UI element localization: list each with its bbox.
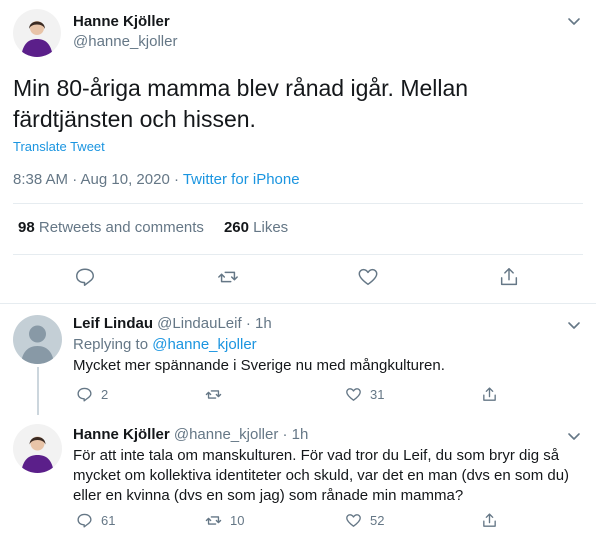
like-count: 31 (370, 387, 385, 402)
retweet-button[interactable] (205, 386, 230, 403)
divider (13, 203, 583, 204)
like-button[interactable]: 31 (345, 386, 384, 403)
retweet-button[interactable] (217, 266, 239, 288)
tweet-text: Min 80-åriga mamma blev rånad igår. Mell… (13, 75, 469, 132)
reply-header: Leif Lindau @LindauLeif · 1h (73, 315, 272, 332)
reply-author-handle[interactable]: @LindauLeif (157, 315, 241, 332)
replying-to: Replying to @hanne_kjoller (73, 336, 257, 353)
divider (0, 303, 596, 304)
translate-tweet-link[interactable]: Translate Tweet (13, 139, 105, 154)
reply-button[interactable] (74, 266, 96, 288)
share-icon (483, 387, 496, 401)
share-icon (483, 513, 496, 527)
chevron-down-icon[interactable] (566, 317, 582, 333)
retweet-button[interactable]: 10 (205, 512, 244, 529)
retweet-icon (218, 271, 238, 283)
retweet-icon (205, 390, 222, 399)
reply-author-name[interactable]: Hanne Kjöller (73, 426, 170, 443)
tweet-source-link[interactable]: Twitter for iPhone (183, 171, 300, 188)
author-handle[interactable]: @hanne_kjoller (73, 33, 177, 50)
reply-icon (77, 513, 92, 528)
tweet-timestamp[interactable]: 8:38 AM · Aug 10, 2020 · (13, 171, 183, 188)
likes-count: 260 (223, 219, 249, 236)
retweets-count: 98 (18, 219, 35, 236)
like-icon (346, 514, 361, 527)
share-button[interactable] (498, 266, 520, 288)
reply-avatar[interactable] (13, 315, 62, 364)
retweet-icon (205, 516, 222, 525)
share-button[interactable] (481, 386, 498, 403)
like-button[interactable]: 52 (345, 512, 384, 529)
retweets-stat[interactable]: 98 Retweets and comments (18, 219, 204, 236)
likes-label: Likes (253, 219, 289, 236)
likes-stat[interactable]: 260 Likes (224, 219, 288, 236)
reply-icon (77, 387, 92, 402)
author-avatar[interactable] (13, 9, 61, 57)
reply-icon (76, 268, 94, 286)
like-icon (346, 388, 361, 401)
like-button[interactable] (357, 266, 379, 288)
reply-text: Mycket mer spännande i Sverige nu med må… (73, 357, 445, 374)
author-name[interactable]: Hanne Kjöller (73, 13, 170, 30)
reply-time[interactable]: · 1h (246, 315, 272, 332)
divider (13, 254, 583, 255)
reply-count: 2 (101, 387, 109, 402)
reply-author-handle[interactable]: @hanne_kjoller (174, 426, 278, 443)
share-icon (500, 268, 518, 286)
reply-count: 61 (101, 513, 116, 528)
reply-button[interactable]: 2 (76, 386, 108, 403)
tweet-stats: 98 Retweets and comments 260 Likes (18, 219, 288, 236)
reply-text: För att inte tala om manskulturen. För v… (73, 447, 570, 504)
retweet-count: 10 (230, 513, 245, 528)
replying-to-handle-link[interactable]: @hanne_kjoller (152, 336, 256, 353)
reply-author-name[interactable]: Leif Lindau (73, 315, 153, 332)
like-count: 52 (370, 513, 385, 528)
tweet-meta: 8:38 AM · Aug 10, 2020 · Twitter for iPh… (13, 171, 300, 188)
thread-line (37, 367, 39, 415)
reply-avatar[interactable] (13, 424, 62, 473)
retweets-label: Retweets and comments (38, 219, 204, 236)
reply-button[interactable]: 61 (76, 512, 115, 529)
chevron-down-icon[interactable] (566, 13, 582, 29)
share-button[interactable] (481, 512, 498, 529)
reply-time[interactable]: · 1h (283, 426, 309, 443)
replying-prefix: Replying to (73, 336, 149, 353)
reply-header: Hanne Kjöller @hanne_kjoller · 1h (73, 426, 308, 443)
chevron-down-icon[interactable] (566, 428, 582, 444)
like-icon (358, 268, 378, 286)
